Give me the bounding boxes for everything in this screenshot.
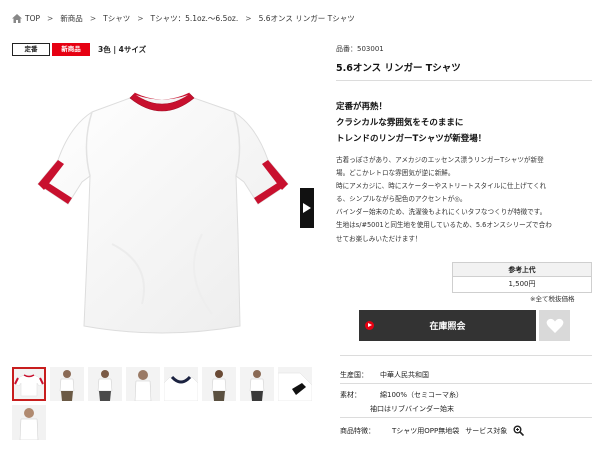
description-line: る、シンプルながら配色のアクセントが◎。 [336,195,467,204]
standard-tag: 定番 [12,43,50,56]
origin-value: 中華人民共和国 [380,371,429,379]
material-label: 素材： [340,391,361,399]
product-tags: 定番 新商品 3色 | 4サイズ [12,43,146,56]
ringer-tshirt-image [37,92,289,334]
spec-features: 商品特徴： Tシャツ用OPP無地袋 サービス対象 [340,425,525,436]
product-number: 品番：503001 [336,45,384,53]
play-arrow-icon [303,203,311,213]
thumbnail-strip [12,367,312,401]
material-value-1: 綿100%（セミコーマ糸） [380,391,464,399]
play-circle-icon [365,321,374,330]
description-line: 場。どこかレトロな雰囲気が逆に新鮮。 [336,169,455,178]
main-product-image [12,64,314,360]
new-tag: 新商品 [52,43,90,56]
description-line: バインダー始末のため、洗濯後もよれにくいタフなつくりが特徴です。 [336,208,547,217]
thumbnail-white-black[interactable] [278,367,312,401]
breadcrumb-new-products[interactable]: 新商品 [60,13,83,24]
thumbnail-model-2[interactable] [88,367,122,401]
breadcrumb-separator: > [245,13,252,23]
next-image-button[interactable] [300,188,314,228]
features-value-2: サービス対象 [465,426,508,435]
thumbnail-model-4[interactable] [202,367,236,401]
price-box: 参考上代 1,500円 [452,262,592,293]
breadcrumb-tshirts[interactable]: Tシャツ [103,13,130,24]
divider [336,80,592,81]
tax-note: ※全て税抜価格 [530,295,575,303]
description-line: 時にアメカジに、時にスケーターやストリートスタイルに仕上げてくれ [336,182,547,191]
breadcrumb-separator: > [47,13,54,23]
price-label: 参考上代 [453,263,591,277]
headline-line-1: 定番が再熱！ [336,102,388,112]
features-value-1: Tシャツ用OPP無地袋 [392,426,460,435]
breadcrumb-weight-category[interactable]: Tシャツ：5.1oz.〜6.5oz. [151,13,239,24]
thumbnail-model-6[interactable] [12,405,46,440]
headline-line-3: トレンドのリンガーTシャツが新登場！ [336,134,487,144]
breadcrumb-separator: > [137,13,144,23]
color-size-count: 3色 | 4サイズ [98,45,147,54]
material-value-2: 袖口はリブバインダー始末 [370,405,454,413]
zoom-search-icon[interactable] [513,425,525,436]
breadcrumb-top[interactable]: TOP [25,14,40,23]
breadcrumb-current: 5.6オンス リンガー Tシャツ [258,13,355,23]
product-title: 5.6オンス リンガー Tシャツ [336,63,461,74]
divider [340,417,592,418]
thumbnail-white-navy[interactable] [164,367,198,401]
spec-material: 素材： 綿100%（セミコーマ糸） [340,390,463,400]
product-description: 古着っぽさがあり、アメカジのエッセンス漂うリンガーTシャツが新登 場。どこかレト… [336,154,594,246]
origin-label: 生産国： [340,371,368,379]
headline-line-2: クラシカルな雰囲気をそのままに [336,118,464,128]
thumbnail-model-1[interactable] [50,367,84,401]
breadcrumb: TOP > 新商品 > Tシャツ > Tシャツ：5.1oz.〜6.5oz. > … [12,12,355,24]
description-line: せてお楽しみいただけます！ [336,234,422,243]
thumbnail-white-red[interactable] [12,367,46,401]
spec-material-2: 袖口はリブバインダー始末 [370,404,454,414]
product-headline: 定番が再熱！ クラシカルな雰囲気をそのままに トレンドのリンガーTシャツが新登場… [336,99,592,147]
description-line: 生地はs/#5001と同生地を使用しているため、5.6オンスシリーズで合わ [336,221,552,230]
home-icon [12,13,22,23]
stock-inquiry-label: 在庫照会 [429,322,466,332]
description-line: 古着っぽさがあり、アメカジのエッセンス漂うリンガーTシャツが新登 [336,156,544,164]
thumbnail-model-5[interactable] [240,367,274,401]
features-label: 商品特徴： [340,426,375,435]
divider [340,383,592,384]
breadcrumb-separator: > [89,13,97,23]
price-value: 1,500円 [508,280,536,288]
divider [340,355,592,356]
stock-inquiry-button[interactable]: 在庫照会 [359,310,536,341]
favorite-button[interactable] [539,310,570,341]
heart-icon [546,318,563,333]
thumbnail-model-3[interactable] [126,367,160,401]
spec-origin: 生産国： 中華人民共和国 [340,370,429,380]
